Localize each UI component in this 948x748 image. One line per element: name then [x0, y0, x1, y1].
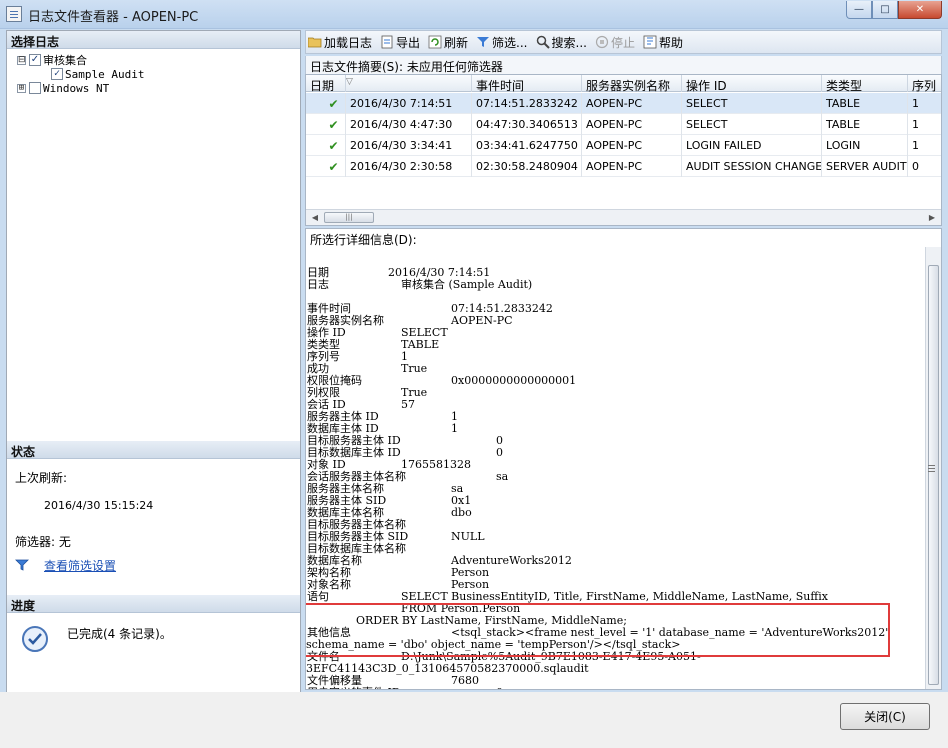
log-summary-label: 日志文件摘要(S): 未应用任何筛选器	[305, 56, 942, 74]
collapse-icon[interactable]: ⊟	[17, 55, 26, 65]
toolbar: 加载日志 导出 刷新 筛选... 搜索... 停止 帮助	[305, 30, 942, 54]
expand-icon[interactable]: ⊞	[17, 83, 26, 93]
checkbox-sample-audit[interactable]: ✓	[51, 68, 63, 80]
details-pane: 所选行详细信息(D): 日期 2016/4/30 7:14:51 日志 审核集合 (S…	[305, 228, 942, 690]
refresh-icon	[428, 35, 442, 49]
detail-label: 语句	[307, 590, 329, 603]
column-date[interactable]: 日期	[306, 75, 346, 92]
scroll-left-icon[interactable]: ◀	[308, 211, 322, 225]
table-row[interactable]: ✔ 2016/4/30 7:14:51 07:14:51.2833242 AOP…	[306, 93, 941, 114]
vertical-scrollbar[interactable]	[925, 247, 941, 689]
bottom-bar	[0, 692, 948, 748]
column-action-id[interactable]: 操作 ID	[682, 75, 822, 92]
stop-button[interactable]: 停止	[595, 34, 635, 51]
red-highlight-box	[306, 603, 890, 657]
detail-label: 日志	[307, 278, 329, 291]
detail-value: AOPEN-PC	[451, 314, 513, 327]
refresh-button[interactable]: 刷新	[428, 34, 468, 51]
detail-label: 用户定义的事件 ID	[307, 687, 401, 690]
export-icon	[380, 35, 394, 49]
success-check-icon: ✔	[322, 156, 346, 177]
sort-desc-icon[interactable]: ▽	[346, 75, 472, 92]
success-check-icon: ✔	[322, 135, 346, 156]
column-server-instance[interactable]: 服务器实例名称	[582, 75, 682, 92]
filter-status: 筛选器: 无	[15, 535, 71, 549]
left-pane: 选择日志 ⊟ ✓ 审核集合 ✓ Sample Audit ⊞ Windows N…	[6, 30, 301, 710]
export-button[interactable]: 导出	[380, 34, 420, 51]
scroll-thumb[interactable]	[928, 265, 939, 685]
load-log-button[interactable]: 加载日志	[308, 34, 372, 51]
table-row[interactable]: ✔ 2016/4/30 3:34:41 03:34:41.6247750 AOP…	[306, 135, 941, 156]
maximize-button[interactable]: □	[872, 1, 898, 19]
search-icon	[536, 35, 550, 49]
filter-button[interactable]: 筛选...	[476, 34, 528, 51]
checkbox-windows-nt[interactable]	[29, 82, 41, 94]
minimize-button[interactable]: —	[846, 1, 872, 19]
window-title: 日志文件查看器 - AOPEN-PC	[28, 10, 199, 25]
detail-value: True	[401, 362, 428, 375]
detail-value: 0	[496, 687, 503, 690]
table-row[interactable]: ✔ 2016/4/30 4:47:30 04:47:30.3406513 AOP…	[306, 114, 941, 135]
detail-value: 1	[451, 422, 458, 435]
success-check-icon: ✔	[322, 114, 346, 135]
title-bar: 日志文件查看器 - AOPEN-PC — □ ✕	[0, 0, 948, 29]
detail-value: 0x0000000000000001	[451, 374, 577, 387]
tree-item-audit-collection[interactable]: ⊟ ✓ 审核集合	[17, 53, 87, 67]
column-class-type[interactable]: 类类型	[822, 75, 908, 92]
details-title: 所选行详细信息(D):	[310, 233, 417, 247]
last-refresh-value: 2016/4/30 15:15:24	[44, 499, 154, 512]
tree-item-sample-audit[interactable]: ✓ Sample Audit	[51, 67, 144, 81]
scroll-thumb[interactable]: |||	[324, 212, 374, 223]
view-filter-settings-link[interactable]: 查看筛选设置	[44, 557, 116, 574]
events-grid: 日期 ▽ 事件时间 服务器实例名称 操作 ID 类类型 序列 ✔ 2016/4/…	[305, 74, 942, 226]
column-sequence[interactable]: 序列	[908, 75, 941, 92]
last-refresh-label: 上次刷新:	[15, 471, 68, 485]
progress-header: 进度	[7, 595, 300, 613]
detail-value: 1765581328	[401, 458, 471, 471]
detail-value: 0	[496, 446, 503, 459]
detail-value: 审核集合 (Sample Audit)	[401, 278, 533, 291]
tree-label: Windows NT	[43, 81, 110, 95]
column-event-time[interactable]: 事件时间	[472, 75, 582, 92]
close-window-button[interactable]: ✕	[898, 1, 942, 19]
filter-icon	[476, 35, 490, 49]
detail-value: 57	[401, 398, 415, 411]
success-check-icon: ✔	[322, 93, 346, 114]
table-row[interactable]: ✔ 2016/4/30 2:30:58 02:30:58.2480904 AOP…	[306, 156, 941, 177]
folder-icon	[308, 35, 322, 49]
horizontal-scrollbar[interactable]: ◀ ||| ▶	[306, 209, 941, 225]
detail-value: sa	[496, 470, 509, 483]
help-icon	[643, 35, 657, 49]
detail-value: NULL	[451, 530, 485, 543]
completed-check-icon	[21, 625, 49, 653]
progress-text: 已完成(4 条记录)。	[67, 627, 172, 641]
detail-value: dbo	[451, 506, 472, 519]
stop-icon	[595, 35, 609, 49]
close-button[interactable]: 关闭(C)	[840, 703, 930, 730]
search-button[interactable]: 搜索...	[536, 34, 587, 51]
grid-header: 日期 ▽ 事件时间 服务器实例名称 操作 ID 类类型 序列	[306, 75, 941, 92]
tree-label: Sample Audit	[65, 67, 145, 81]
select-log-header: 选择日志	[7, 31, 300, 49]
help-button[interactable]: 帮助	[643, 34, 683, 51]
detail-value: 7680	[451, 674, 479, 687]
scroll-right-icon[interactable]: ▶	[925, 211, 939, 225]
tree-item-windows-nt[interactable]: ⊞ Windows NT	[17, 81, 109, 95]
tree-label: 审核集合	[43, 54, 87, 67]
checkbox-audit-collection[interactable]: ✓	[29, 54, 41, 66]
right-pane: 加载日志 导出 刷新 筛选... 搜索... 停止 帮助 日志文件摘要(S): …	[305, 30, 942, 690]
funnel-icon	[15, 558, 29, 572]
status-header: 状态	[7, 441, 300, 459]
app-icon	[6, 6, 22, 22]
